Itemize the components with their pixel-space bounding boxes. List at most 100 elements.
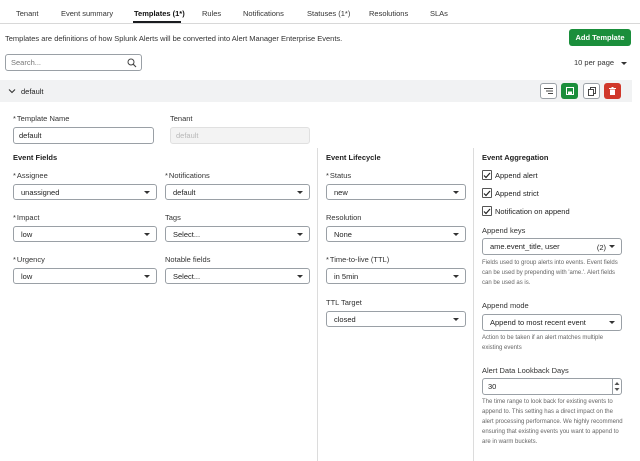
append-keys-select[interactable]: ame.event_title, user (2) xyxy=(482,238,622,255)
filter-icon xyxy=(544,88,553,94)
ttl-target-label: TTL Target xyxy=(326,298,362,307)
notifications-select[interactable]: default xyxy=(165,184,310,200)
urgency-label: Urgency xyxy=(13,255,45,264)
notable-fields-label: Notable fields xyxy=(165,255,211,264)
status-select[interactable]: new xyxy=(326,184,466,200)
chevron-down-icon xyxy=(453,275,459,278)
search-placeholder: Search... xyxy=(11,58,42,67)
chevron-down-icon xyxy=(297,191,303,194)
assignee-value: unassigned xyxy=(21,187,60,197)
append-mode-help: Action to be taken if an alert matches m… xyxy=(482,335,604,351)
tab-tenant[interactable]: Tenant xyxy=(16,9,39,18)
chevron-down-icon xyxy=(609,245,615,248)
lookback-label: Alert Data Lookback Days xyxy=(482,366,569,375)
notifications-value: default xyxy=(173,187,196,197)
tags-label: Tags xyxy=(165,213,181,222)
tab-resolutions[interactable]: Resolutions xyxy=(369,9,408,18)
assignee-select[interactable]: unassigned xyxy=(13,184,157,200)
event-lifecycle-header: Event Lifecycle xyxy=(326,153,381,162)
ttl-label: Time-to-live (TTL) xyxy=(326,255,389,264)
chevron-down-icon xyxy=(144,191,150,194)
status-value: new xyxy=(334,187,348,197)
tab-templates[interactable]: Templates (1*) xyxy=(134,9,185,18)
ttl-value: in 5min xyxy=(334,271,359,281)
delete-button[interactable] xyxy=(604,83,621,99)
checkmark-icon xyxy=(482,188,492,198)
lookback-input[interactable]: 30 xyxy=(482,378,613,395)
urgency-select[interactable]: low xyxy=(13,268,157,284)
notification-on-append-checkbox[interactable]: Notification on append xyxy=(482,206,570,216)
chevron-down-icon xyxy=(144,275,150,278)
append-mode-select[interactable]: Append to most recent event xyxy=(482,314,622,331)
impact-value: low xyxy=(21,229,33,239)
impact-select[interactable]: low xyxy=(13,226,157,242)
chevron-down-icon xyxy=(144,233,150,236)
stepper-arrows-icon xyxy=(614,382,620,391)
chevron-down-icon xyxy=(609,321,615,324)
chevron-down-icon xyxy=(453,318,459,321)
save-button[interactable] xyxy=(561,83,578,99)
urgency-value: low xyxy=(21,271,33,281)
resolution-select[interactable]: None xyxy=(326,226,466,242)
per-page-label: 10 per page xyxy=(574,58,615,67)
append-strict-label: Append strict xyxy=(495,188,539,198)
append-alert-label: Append alert xyxy=(495,170,538,180)
impact-label: Impact xyxy=(13,213,40,222)
append-keys-count: (2) xyxy=(596,243,606,252)
page-description: Templates are definitions of how Splunk … xyxy=(5,34,343,43)
add-template-button[interactable]: Add Template xyxy=(569,29,631,46)
notable-fields-value: Select... xyxy=(173,271,201,281)
filter-settings-button[interactable] xyxy=(540,83,557,99)
ttl-target-value: closed xyxy=(334,314,356,324)
append-strict-checkbox[interactable]: Append strict xyxy=(482,188,539,198)
template-name-input[interactable]: default xyxy=(13,127,154,144)
append-keys-value: ame.event_title, user xyxy=(490,242,560,251)
chevron-down-icon xyxy=(453,233,459,236)
lookback-stepper[interactable] xyxy=(612,378,622,395)
tags-value: Select... xyxy=(173,229,201,239)
column-divider xyxy=(317,148,318,461)
template-name-label: Template Name xyxy=(13,114,70,123)
copy-button[interactable] xyxy=(583,83,600,99)
chevron-down-icon xyxy=(621,61,628,65)
save-icon xyxy=(565,87,574,95)
tab-event-summary[interactable]: Event summary xyxy=(61,9,113,18)
search-input[interactable]: Search... xyxy=(5,54,142,71)
tab-notifications[interactable]: Notifications xyxy=(243,9,284,18)
trash-icon xyxy=(609,87,616,95)
tab-slas[interactable]: SLAs xyxy=(430,9,448,18)
tenant-input: default xyxy=(170,127,310,144)
chevron-down-icon[interactable] xyxy=(8,87,16,97)
resolution-value: None xyxy=(334,229,352,239)
append-alert-checkbox[interactable]: Append alert xyxy=(482,170,538,180)
lookback-help: The time range to look back for existing… xyxy=(482,399,623,445)
notification-on-append-label: Notification on append xyxy=(495,206,570,216)
event-fields-header: Event Fields xyxy=(13,153,58,162)
copy-icon xyxy=(587,86,596,96)
append-mode-value: Append to most recent event xyxy=(490,318,586,327)
search-icon xyxy=(127,58,137,70)
ttl-target-select[interactable]: closed xyxy=(326,311,466,327)
tenant-label: Tenant xyxy=(170,114,193,123)
notifications-label: Notifications xyxy=(165,171,210,180)
chevron-down-icon xyxy=(297,275,303,278)
tab-statuses[interactable]: Statuses (1*) xyxy=(307,9,350,18)
ttl-select[interactable]: in 5min xyxy=(326,268,466,284)
checkmark-icon xyxy=(482,206,492,216)
template-name: default xyxy=(21,87,44,96)
column-divider xyxy=(473,148,474,461)
resolution-label: Resolution xyxy=(326,213,362,222)
tags-select[interactable]: Select... xyxy=(165,226,310,242)
tab-rules[interactable]: Rules xyxy=(202,9,221,18)
append-mode-label: Append mode xyxy=(482,301,529,310)
append-keys-help: Fields used to group alerts into events.… xyxy=(482,260,618,286)
notable-fields-select[interactable]: Select... xyxy=(165,268,310,284)
append-keys-label: Append keys xyxy=(482,226,526,235)
template-row-header[interactable]: default xyxy=(0,80,632,102)
tab-bar: Tenant Event summary Templates (1*) Rule… xyxy=(0,0,640,24)
checkmark-icon xyxy=(482,170,492,180)
chevron-down-icon xyxy=(453,191,459,194)
assignee-label: Assignee xyxy=(13,171,48,180)
status-label: Status xyxy=(326,171,351,180)
per-page-select[interactable]: 10 per page xyxy=(574,58,628,67)
